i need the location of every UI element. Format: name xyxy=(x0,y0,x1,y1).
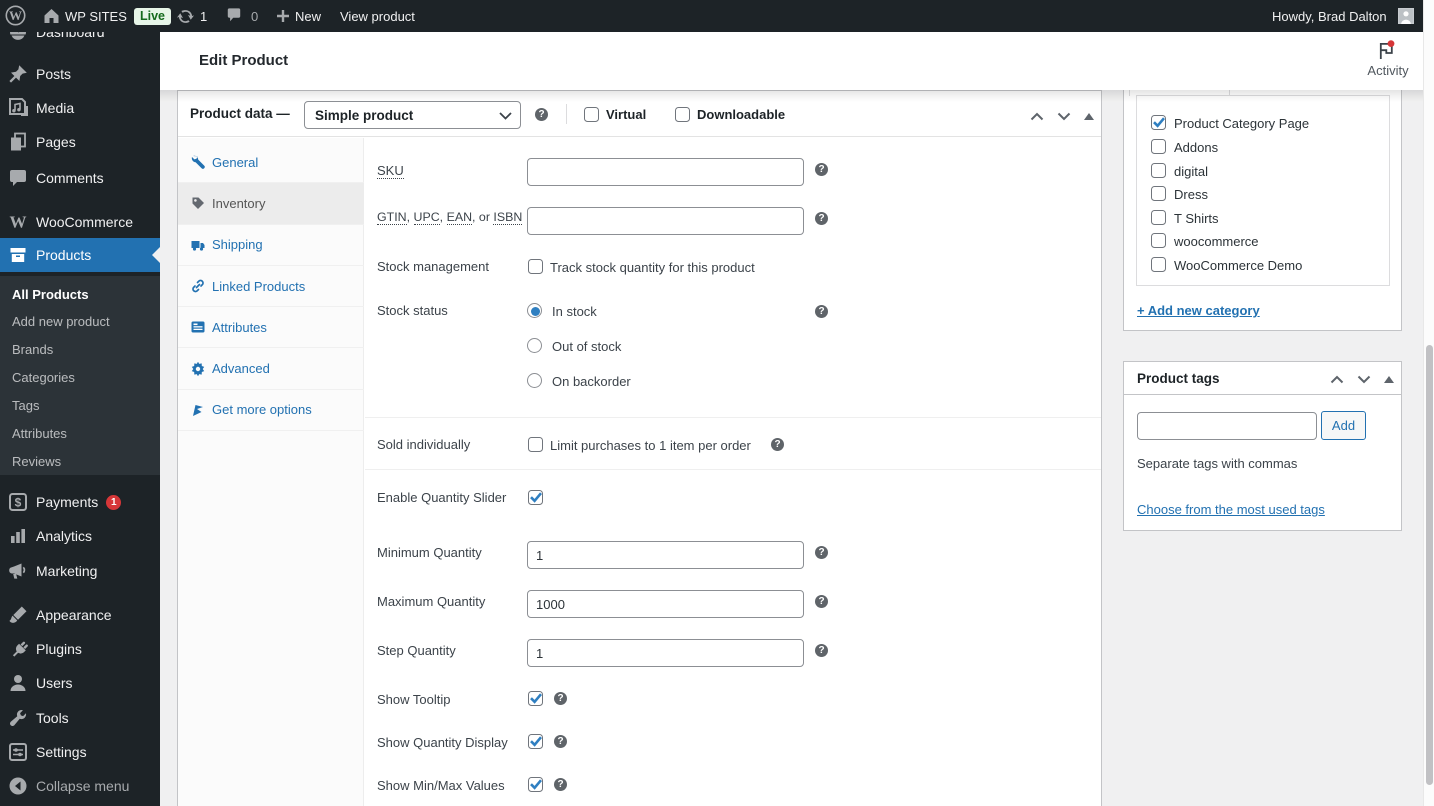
svg-text:W: W xyxy=(10,213,27,232)
svg-text:W: W xyxy=(9,8,22,23)
svg-text:$: $ xyxy=(15,496,22,510)
